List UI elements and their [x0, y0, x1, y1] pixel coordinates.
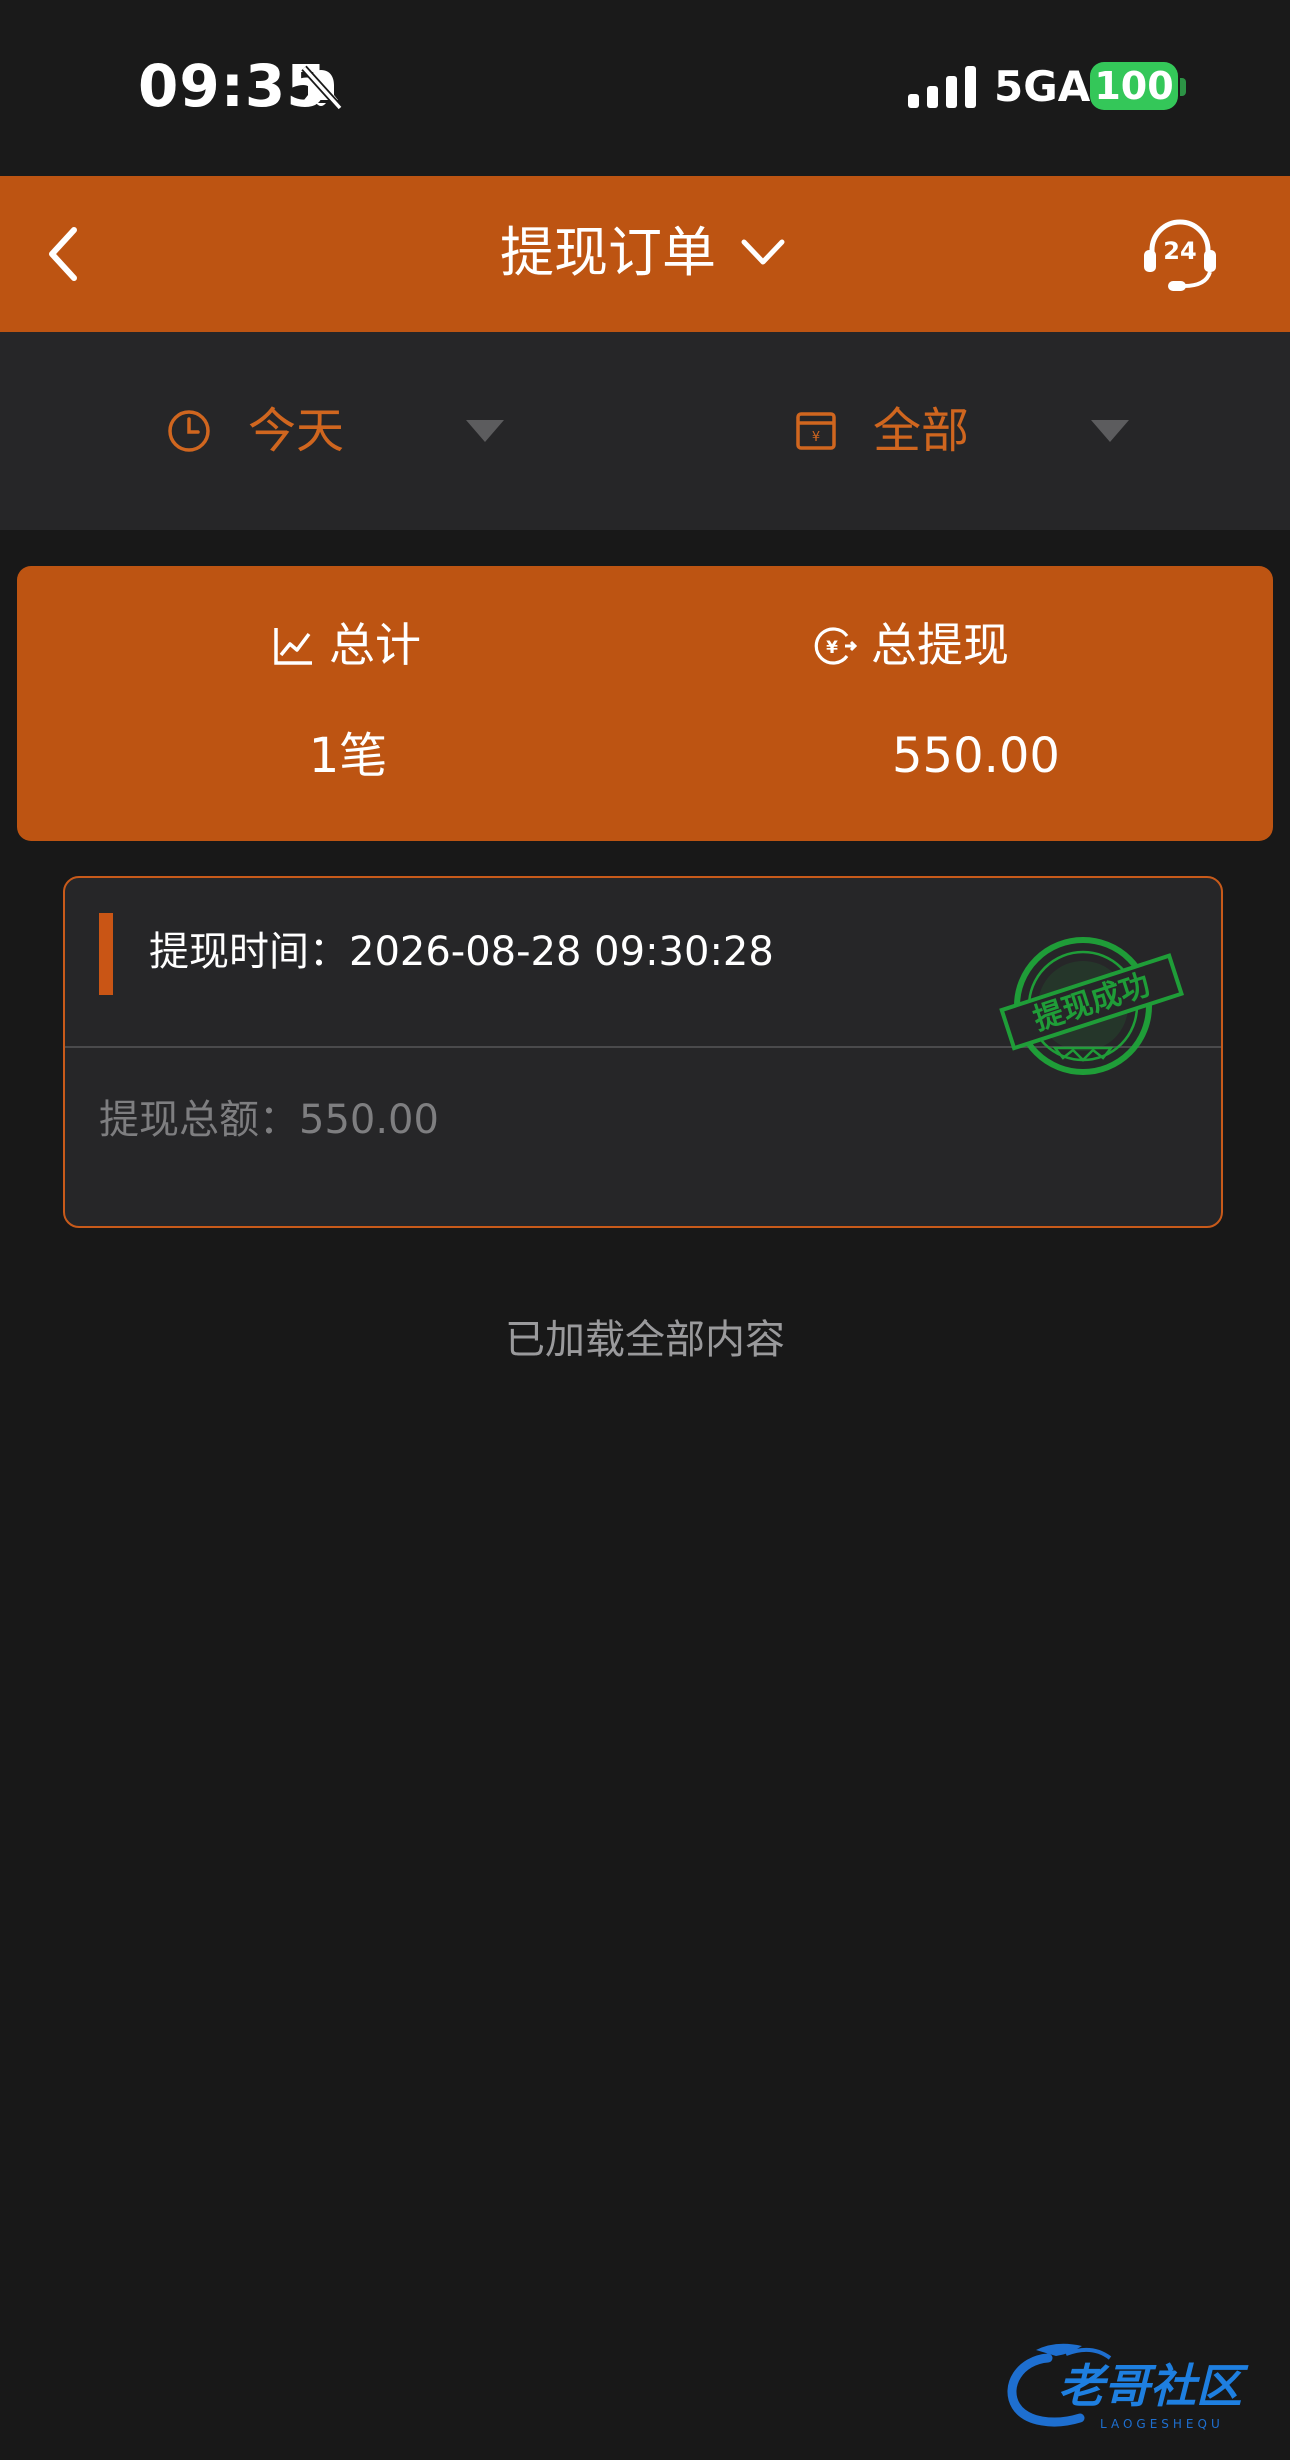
order-time: 提现时间：2026-08-28 09:30:28 — [149, 929, 774, 975]
filter-bar: 今天 ¥ 全部 — [0, 332, 1290, 530]
withdraw-orders-page: 09:35 5GA 100 提现订单 24 今天 ¥ 全部 总计 1笔 ¥ 总提… — [0, 0, 1290, 2460]
list-end-text: 已加载全部内容 — [505, 1317, 785, 1363]
filter-date[interactable]: 今天 — [0, 332, 645, 530]
bell-slash-icon — [301, 65, 343, 111]
yuan-arrow-icon: ¥ — [814, 627, 857, 665]
support-badge: 24 — [1163, 237, 1196, 265]
caret-down-icon — [466, 420, 504, 442]
chart-line-icon — [274, 628, 312, 665]
summary-withdraw: ¥ 总提现 550.00 — [645, 566, 1273, 841]
chevron-left-icon[interactable] — [40, 220, 88, 288]
success-stamp: 提现成功 — [999, 937, 1185, 1075]
summary-card: 总计 1笔 ¥ 总提现 550.00 — [17, 566, 1273, 841]
clock-icon — [168, 410, 210, 452]
page-title[interactable]: 提现订单 — [500, 218, 716, 288]
filter-status-label: 全部 — [873, 403, 970, 459]
headset-24-icon[interactable]: 24 — [1140, 214, 1220, 294]
summary-total-value: 1笔 — [308, 728, 388, 784]
filter-date-label: 今天 — [248, 403, 345, 459]
box-icon: ¥ — [796, 412, 836, 450]
battery-tip — [1180, 78, 1186, 96]
summary-total-label: 总计 — [329, 618, 421, 672]
battery-level: 100 — [1090, 62, 1178, 110]
order-amount: 提现总额：550.00 — [99, 1097, 439, 1143]
summary-withdraw-value: 550.00 — [892, 728, 1060, 784]
status-bar: 09:35 5GA 100 — [0, 0, 1290, 176]
nav-bar: 提现订单 24 — [0, 176, 1290, 332]
summary-withdraw-label: 总提现 — [871, 618, 1009, 672]
svg-text:¥: ¥ — [812, 430, 820, 445]
network-type: 5GA — [994, 62, 1091, 111]
caret-down-icon — [1091, 420, 1129, 442]
filter-status[interactable]: ¥ 全部 — [645, 332, 1290, 530]
order-card[interactable]: 提现时间：2026-08-28 09:30:28 提现总额：550.00 提现成… — [63, 876, 1223, 1228]
svg-text:¥: ¥ — [826, 638, 838, 658]
signal-bars-icon — [908, 66, 976, 108]
order-accent-bar — [99, 913, 113, 995]
summary-total: 总计 1笔 — [17, 566, 645, 841]
logo-text: 老哥社区 — [1058, 2359, 1249, 2413]
logo-subtext: LAOGESHEQU — [1100, 2417, 1224, 2431]
chevron-down-icon[interactable] — [740, 232, 786, 272]
site-logo: 老哥社区 LAOGESHEQU — [1007, 2343, 1249, 2431]
